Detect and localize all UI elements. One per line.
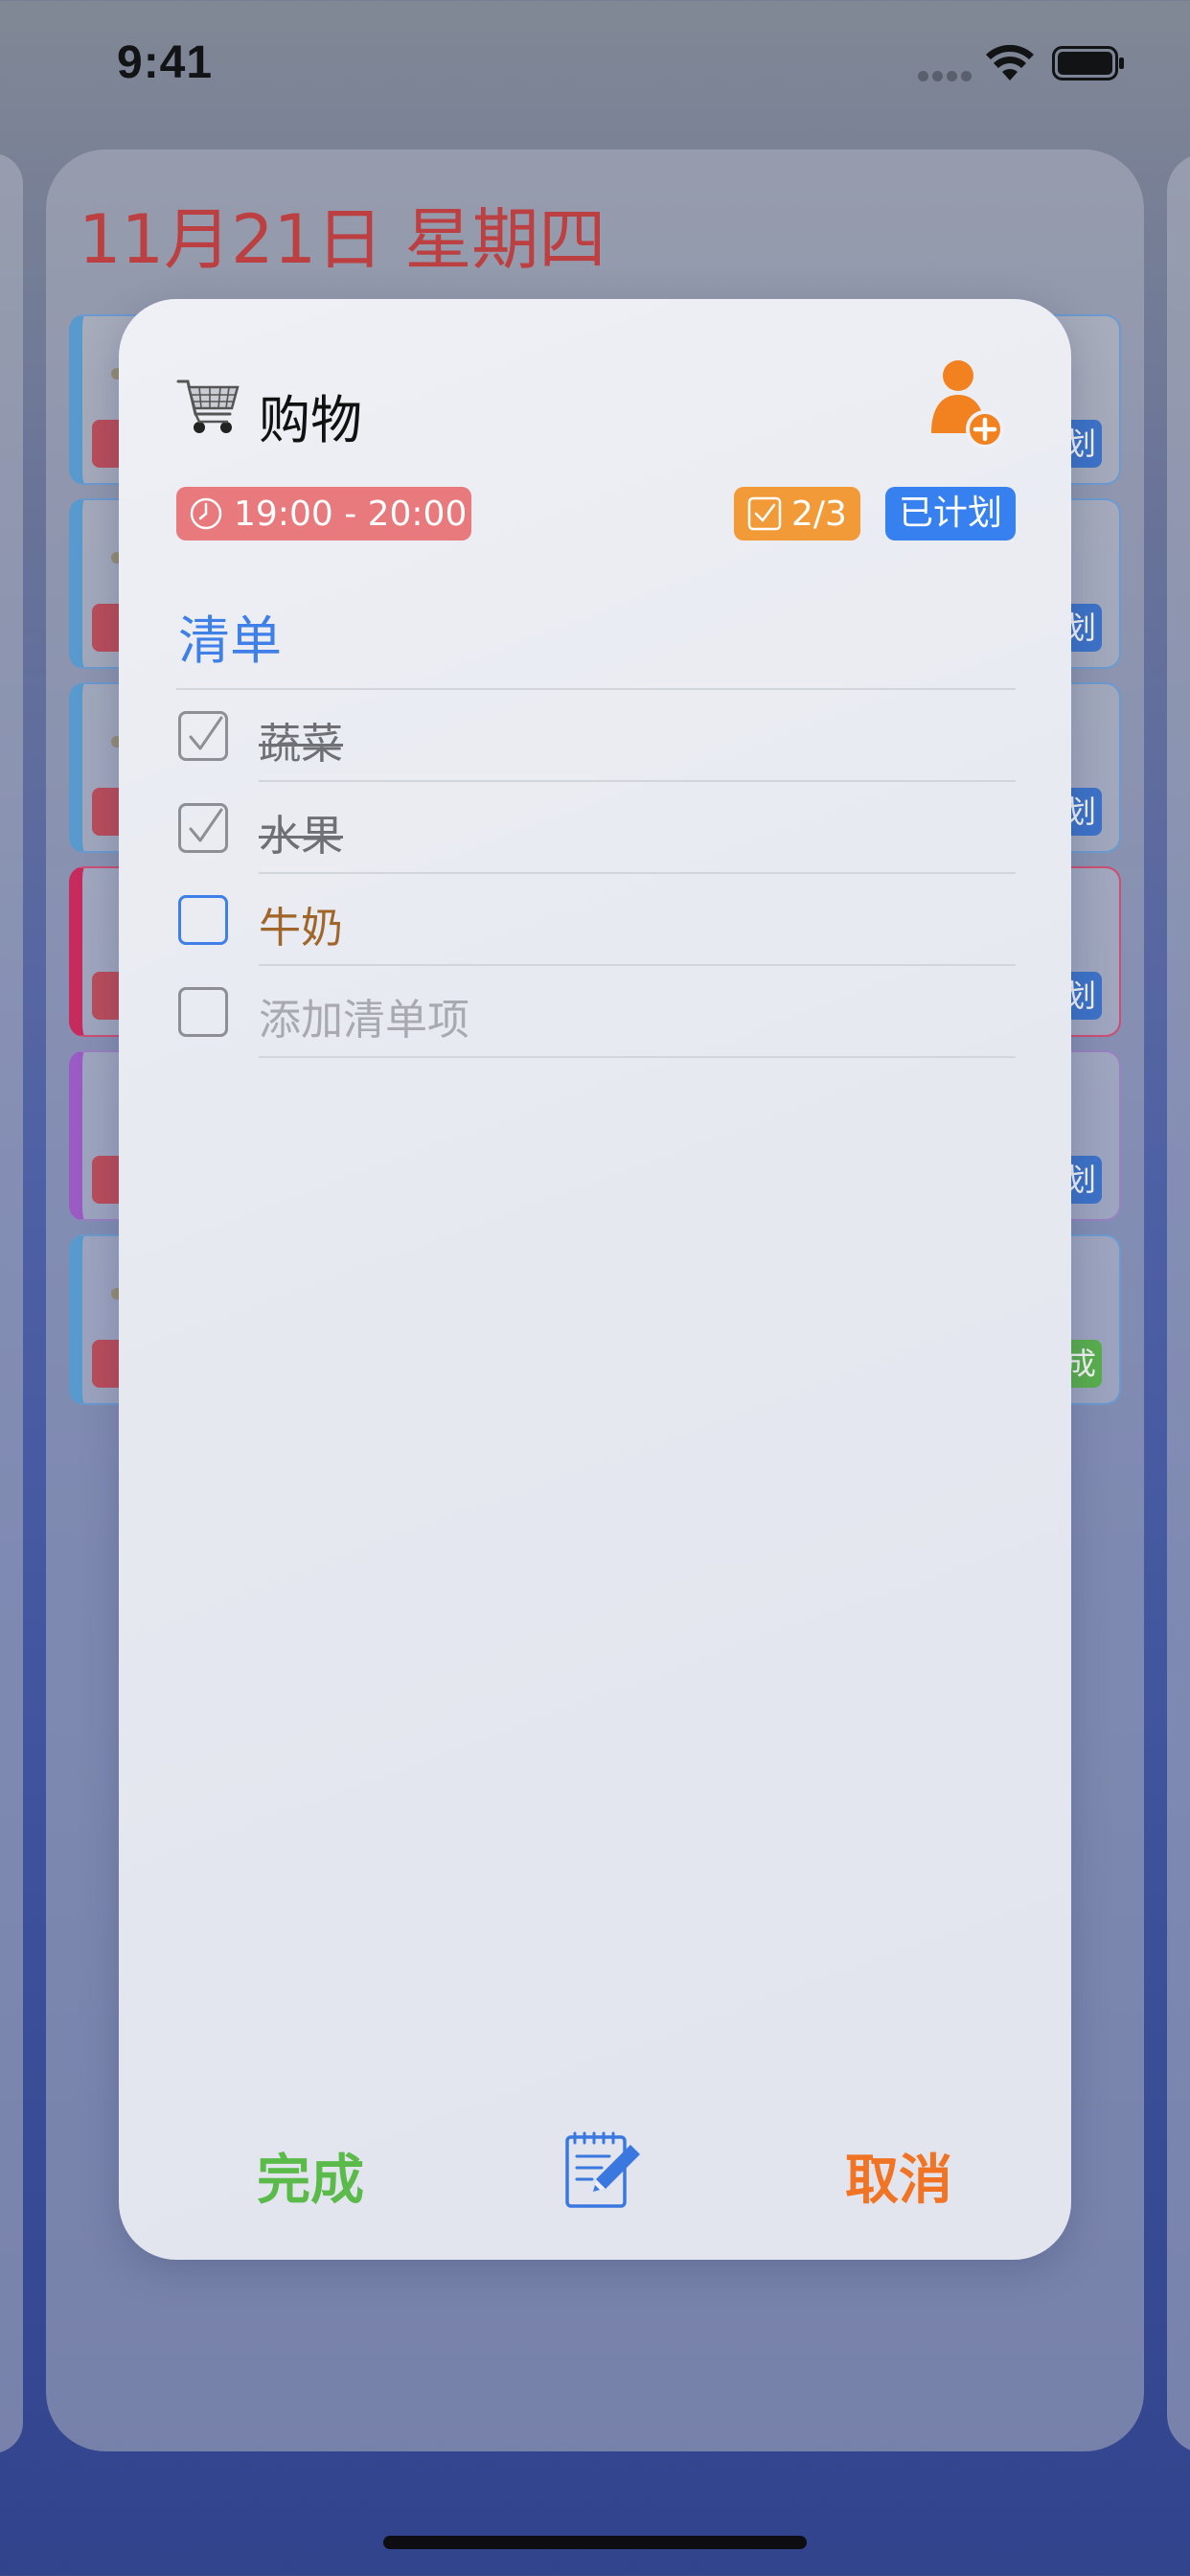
checkbox-icon [747,496,782,531]
checkbox-checked[interactable] [178,803,228,853]
time-range-text: 19:00 - 20:00 [234,494,468,534]
check-icon [189,716,223,750]
check-icon [189,808,223,842]
add-item-row[interactable]: 添加清单项 [176,966,1016,1058]
task-detail-modal: 购物 19:00 - 20:00 2/3 已计划 清单 蔬菜 水果 牛奶 添加清… [119,299,1071,2260]
time-range-badge[interactable]: 19:00 - 20:00 [176,487,471,540]
cart-icon [176,380,240,433]
progress-text: 2/3 [791,494,847,534]
checkbox-unchecked[interactable] [178,895,228,945]
clock-icon [190,497,222,530]
task-title: 购物 [259,390,362,450]
edit-icon[interactable] [563,2129,644,2210]
home-indicator[interactable] [383,2536,807,2549]
checklist-item-text: 蔬菜 [259,720,343,769]
checklist-item[interactable]: 牛奶 [176,874,1016,966]
done-button[interactable]: 完成 [257,2137,364,2215]
checklist-heading: 清单 [178,610,282,671]
cancel-button[interactable]: 取消 [845,2137,952,2215]
checklist-item-text: 水果 [259,812,343,861]
checklist-item[interactable]: 蔬菜 [176,690,1016,782]
add-item-input[interactable]: 添加清单项 [259,985,469,1046]
checklist-item[interactable]: 水果 [176,782,1016,874]
add-person-icon[interactable] [929,356,1008,452]
checklist-item-text: 牛奶 [259,904,343,953]
checkbox-empty [178,987,228,1037]
progress-badge: 2/3 [734,487,860,540]
checkbox-checked[interactable] [178,711,228,761]
divider [259,1056,1016,1058]
status-badge[interactable]: 已计划 [885,487,1016,540]
